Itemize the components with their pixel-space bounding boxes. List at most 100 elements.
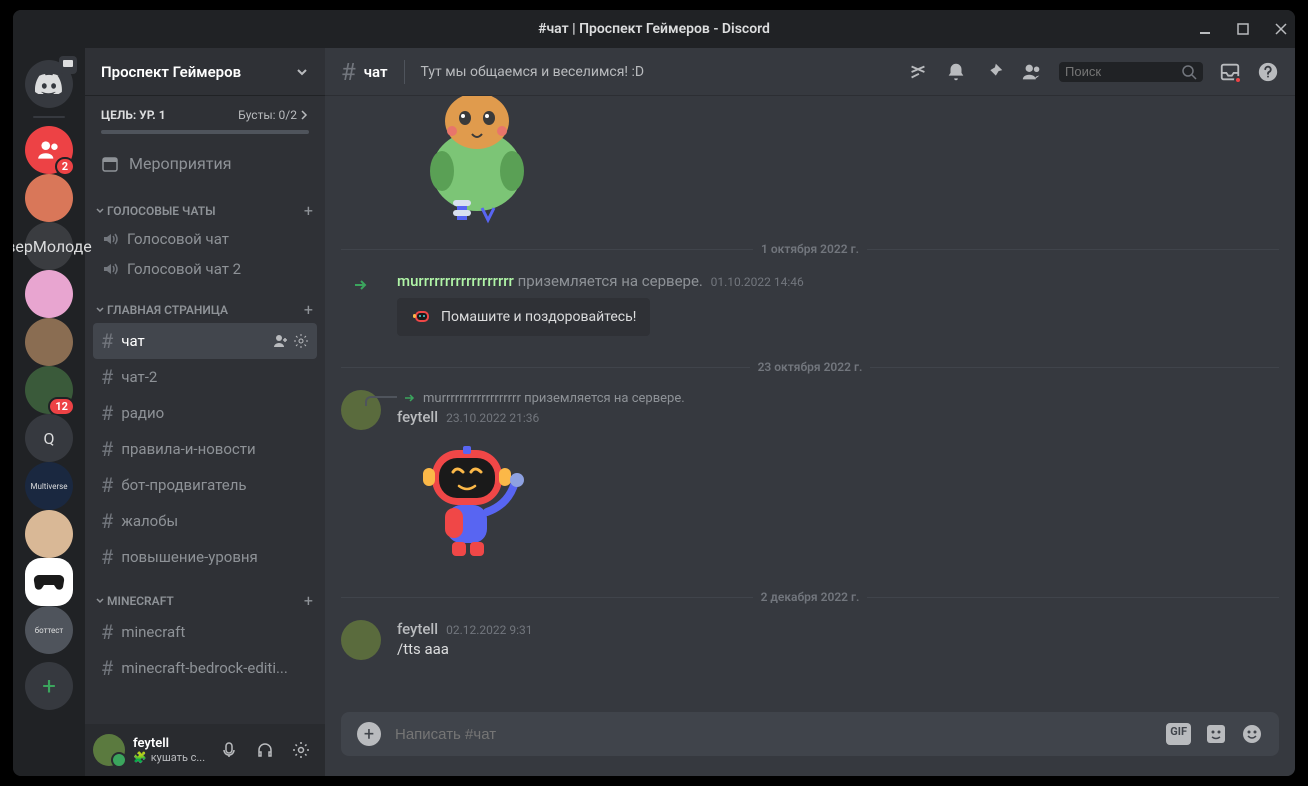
server-icon-3[interactable] [25,270,73,318]
channel-name: Голосовой чат [127,230,229,248]
user-status: 🧩кушать с... [133,751,205,764]
server-icon-0[interactable]: 2 [25,126,73,174]
boost-progress-bar [101,130,309,134]
mute-button[interactable] [213,734,245,766]
hash-icon: # [341,58,356,86]
deafen-button[interactable] [249,734,281,766]
server-list: 2 верМолоде 12QMultiverse боттест + [13,48,85,776]
add-channel-button[interactable]: + [304,591,313,610]
message-list: 1 октября 2022 г. murrrrrrrrrrrrrrrrrr п… [325,96,1295,712]
server-icon-1[interactable] [25,174,73,222]
join-arrow-icon [341,276,381,294]
message: murrrrrrrrrrrrrrrrrr приземляется на сер… [341,382,1279,574]
text-channel-item[interactable]: #minecraft-bedrock-editi... [93,650,317,686]
join-username[interactable]: murrrrrrrrrrrrrrrrrr [397,272,514,290]
help-button[interactable] [1257,61,1279,83]
user-name: feytell [133,736,205,751]
server-icon-8[interactable] [25,510,73,558]
join-message: murrrrrrrrrrrrrrrrrr приземляется на сер… [341,264,1279,344]
minimize-button[interactable] [1195,19,1215,39]
add-channel-button[interactable]: + [304,300,313,319]
channel-sidebar: Проспект Геймеров ЦЕЛЬ: УР. 1 Бусты: 0/2… [85,48,325,776]
channel-name: minecraft-bedrock-editi... [121,659,288,677]
channel-name: minecraft [121,623,185,641]
pinned-button[interactable] [983,61,1005,83]
text-channel-item[interactable]: #жалобы [93,503,317,539]
server-icon-10[interactable]: боттест [25,606,73,654]
channel-name: чат [364,63,388,81]
search-input[interactable] [1065,64,1181,79]
search-box[interactable] [1059,62,1203,82]
category-toggle[interactable]: ГОЛОСОВЫЕ ЧАТЫ [95,204,216,218]
category-toggle[interactable]: ГЛАВНАЯ СТРАНИЦА [95,303,228,317]
text-channel-item[interactable]: #чат-2 [93,359,317,395]
text-channel-item[interactable]: #правила-и-новости [93,431,317,467]
user-panel: feytell 🧩кушать с... [85,724,325,776]
channel-name: радио [121,404,164,422]
server-header[interactable]: Проспект Геймеров [85,48,325,96]
join-text: приземляется на сервере. [518,272,703,290]
channel-name: бот-продвигатель [121,476,246,494]
channel-name: чат [121,332,144,350]
boost-section[interactable]: ЦЕЛЬ: УР. 1 Бусты: 0/2 [85,96,325,142]
voice-channel-item[interactable]: Голосовой чат [93,224,317,254]
channel-name: правила-и-новости [121,440,255,458]
message-avatar[interactable] [341,620,381,660]
sticker-bird[interactable] [397,96,557,226]
chevron-down-icon [295,65,309,79]
invite-icon[interactable] [273,333,289,349]
server-icon-4[interactable] [25,318,73,366]
text-channel-item[interactable]: #повышение-уровня [93,539,317,575]
add-server-button[interactable]: + [25,662,73,710]
server-icon-5[interactable]: 12 [25,366,73,414]
server-badge: 12 [48,397,75,416]
settings-button[interactable] [285,734,317,766]
sticker-button[interactable] [1205,723,1227,745]
text-channel-item[interactable]: #радио [93,395,317,431]
voice-channel-item[interactable]: Голосовой чат 2 [93,254,317,284]
category-toggle[interactable]: MINECRAFT [95,594,174,608]
message-timestamp: 23.10.2022 21:36 [446,411,539,425]
notifications-button[interactable] [945,61,967,83]
attach-button[interactable]: + [357,722,381,746]
calendar-icon [101,155,119,173]
channel-name: повышение-уровня [121,548,257,566]
wave-button[interactable]: Помашите и поздоровайтесь! [397,298,650,336]
gear-icon[interactable] [293,333,309,349]
server-icon-7[interactable]: Multiverse [25,462,73,510]
maximize-button[interactable] [1233,19,1253,39]
message-input[interactable] [395,726,1152,743]
add-channel-button[interactable]: + [304,201,313,220]
server-icon-2[interactable]: верМолоде [25,222,73,270]
search-icon [1181,64,1197,80]
dm-badge-icon [59,56,77,74]
message-author[interactable]: feytell [397,620,438,638]
wumpus-icon [411,306,433,328]
server-icon-6[interactable]: Q [25,414,73,462]
date-divider: 2 декабря 2022 г. [341,590,1279,604]
inbox-notification-dot [1234,76,1242,84]
threads-button[interactable] [907,61,929,83]
reply-reference[interactable]: murrrrrrrrrrrrrrrrrr приземляется на сер… [365,390,1279,406]
close-button[interactable] [1271,19,1291,39]
home-button[interactable] [25,60,73,108]
channel-header: # чат Тут мы общаемся и веселимся! :D [325,48,1295,96]
inbox-button[interactable] [1219,61,1241,83]
text-channel-item[interactable]: #бот-продвигатель [93,467,317,503]
text-channel-item[interactable]: #minecraft [93,614,317,650]
channel-name: Голосовой чат 2 [127,260,241,278]
members-button[interactable] [1021,61,1043,83]
emoji-button[interactable] [1241,723,1263,745]
message-author[interactable]: feytell [397,408,438,426]
gif-button[interactable]: GIF [1166,723,1191,745]
sticker-robot[interactable] [397,430,537,570]
server-name: Проспект Геймеров [101,63,241,81]
server-separator [33,116,65,118]
user-avatar[interactable] [93,734,125,766]
server-icon-9[interactable] [25,558,73,606]
boost-goal-label: ЦЕЛЬ: УР. 1 [101,108,166,122]
message-timestamp: 02.12.2022 9:31 [446,623,532,637]
text-channel-item[interactable]: #чат [93,323,317,359]
channel-topic: Тут мы общаемся и веселимся! :D [421,64,899,80]
events-button[interactable]: Мероприятия [93,146,317,181]
